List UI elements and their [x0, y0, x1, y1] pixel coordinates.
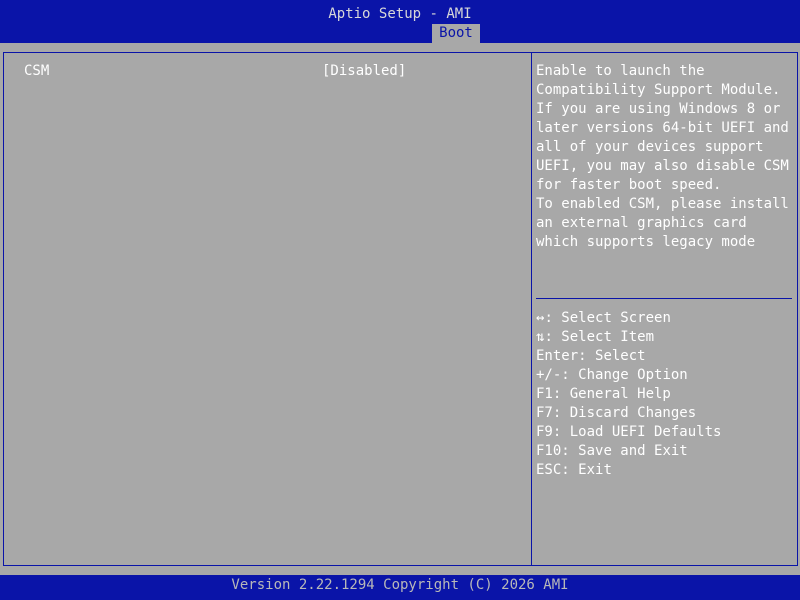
- key-hint-text: : Load UEFI Defaults: [552, 424, 722, 440]
- key-hint-discard-changes: F7: Discard Changes: [536, 404, 794, 423]
- help-line: later versions 64-bit UEFI and: [536, 120, 789, 136]
- setting-csm-value[interactable]: [Disabled]: [322, 62, 406, 81]
- help-line: UEFI, you may also disable CSM: [536, 158, 789, 174]
- key-name: F7: [536, 405, 553, 421]
- help-line: Enable to launch the: [536, 63, 705, 79]
- help-line: To enabled CSM, please install: [536, 196, 789, 212]
- help-line: If you are using Windows 8 or: [536, 101, 781, 117]
- settings-panel: [3, 52, 531, 566]
- key-hint-change-option: +/-: Change Option: [536, 366, 794, 385]
- setting-csm-label[interactable]: CSM: [24, 62, 49, 81]
- key-name: ESC: [536, 462, 562, 478]
- key-help-list: ↔: Select Screen ⇅: Select Item Enter: S…: [536, 309, 794, 480]
- key-hint-text: : Select Item: [544, 329, 655, 345]
- help-line: for faster boot speed.: [536, 177, 722, 193]
- app-title: Aptio Setup - AMI: [328, 6, 472, 22]
- key-name: +/-: [536, 367, 562, 383]
- key-hint-select-item: ⇅: Select Item: [536, 328, 794, 347]
- help-line: Compatibility Support Module.: [536, 82, 781, 98]
- help-description: Enable to launch the Compatibility Suppo…: [536, 62, 794, 252]
- key-name: Enter: [536, 348, 579, 364]
- help-line: which supports legacy mode: [536, 234, 756, 250]
- key-hint-text: : Save and Exit: [561, 443, 688, 459]
- key-hint-text: : General Help: [552, 386, 671, 402]
- key-hint-text: : Change Option: [561, 367, 688, 383]
- key-name: F10: [536, 443, 562, 459]
- help-line: all of your devices support: [536, 139, 764, 155]
- key-name: F9: [536, 424, 553, 440]
- key-hint-text: : Discard Changes: [552, 405, 697, 421]
- key-hint-save-exit: F10: Save and Exit: [536, 442, 794, 461]
- key-hint-select-screen: ↔: Select Screen: [536, 309, 794, 328]
- key-hint-text: : Select Screen: [544, 310, 671, 326]
- tab-boot[interactable]: Boot: [432, 24, 480, 43]
- help-line: an external graphics card: [536, 215, 747, 231]
- footer-version: Version 2.22.1294 Copyright (C) 2026 AMI: [231, 577, 569, 593]
- help-divider: [536, 298, 792, 299]
- key-hint-general-help: F1: General Help: [536, 385, 794, 404]
- key-name: F1: [536, 386, 553, 402]
- key-hint-enter: Enter: Select: [536, 347, 794, 366]
- key-hint-exit: ESC: Exit: [536, 461, 794, 480]
- key-hint-load-defaults: F9: Load UEFI Defaults: [536, 423, 794, 442]
- key-hint-text: : Select: [578, 348, 646, 364]
- key-hint-text: : Exit: [561, 462, 612, 478]
